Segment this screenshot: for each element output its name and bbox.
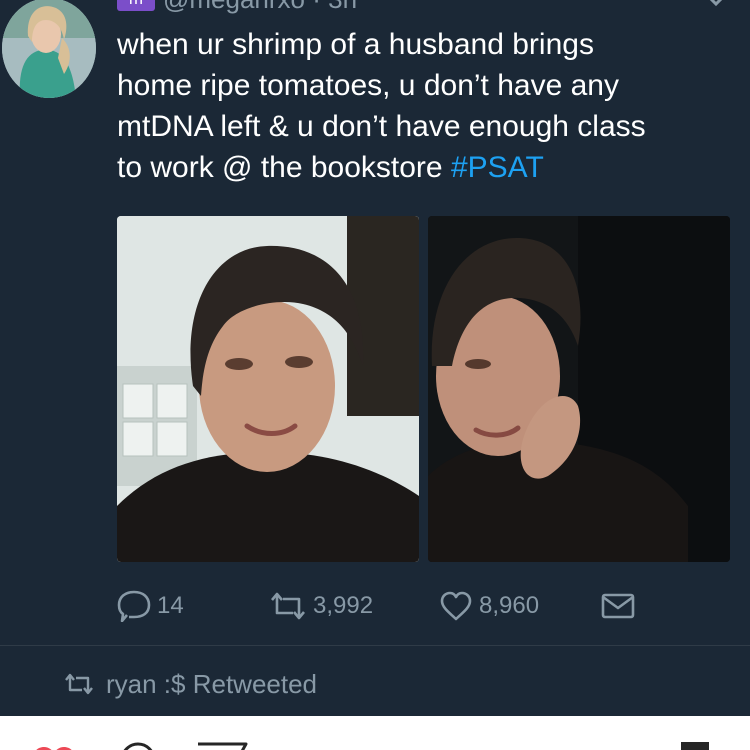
like-count: 8,960 (479, 592, 540, 619)
reply-count: 14 (157, 592, 184, 619)
media-image-right[interactable] (428, 216, 730, 562)
hashtag-link[interactable]: #PSAT (451, 151, 544, 184)
photo-woman-smiling (117, 216, 419, 562)
tweet-text-line: home ripe tomatoes, u don’t have any (117, 69, 619, 102)
media-image-left[interactable] (117, 216, 419, 562)
author-handle[interactable]: @meganrxo · 3h (163, 0, 357, 15)
like-button[interactable]: 8,960 (439, 588, 539, 624)
handle-badge: m (117, 0, 155, 11)
share-icon[interactable] (196, 740, 248, 750)
direct-message-button[interactable] (601, 588, 635, 624)
reply-button[interactable]: 14 (117, 588, 184, 624)
heart-icon (440, 591, 472, 621)
reply-icon (117, 590, 151, 622)
retweet-icon (271, 592, 305, 620)
tweet-card[interactable]: m @meganrxo · 3h when ur shrimp of a hus… (0, 0, 750, 716)
tweet-text-line: mtDNA left & u don’t have enough class (117, 110, 646, 143)
tweet-text-line: to work @ the bookstore #PSAT (117, 147, 737, 188)
instagram-action-bar (0, 716, 750, 750)
tweet-header: m @meganrxo · 3h (117, 0, 357, 14)
comment-icon[interactable] (118, 740, 158, 750)
envelope-icon (601, 593, 635, 619)
retweeted-by-label: ryan :$ Retweeted (106, 668, 318, 699)
avatar[interactable] (2, 0, 96, 98)
divider (0, 645, 750, 646)
retweet-icon (65, 673, 93, 695)
tweet-text-fragment: to work @ the bookstore (117, 151, 451, 184)
tweet-actions: 14 3,992 8,960 (117, 588, 737, 624)
bookmark-icon[interactable] (678, 740, 712, 750)
avatar-photo (2, 0, 96, 98)
chevron-down-icon[interactable] (706, 0, 726, 8)
heart-icon[interactable] (30, 740, 78, 750)
retweet-button[interactable]: 3,992 (269, 588, 373, 624)
retweeted-by[interactable]: ryan :$ Retweeted (64, 666, 317, 702)
tweet-text: when ur shrimp of a husband brings home … (117, 24, 737, 188)
tweet-text-line: when ur shrimp of a husband brings (117, 28, 594, 61)
retweet-count: 3,992 (313, 592, 374, 619)
photo-woman-resting-chin (428, 216, 730, 562)
